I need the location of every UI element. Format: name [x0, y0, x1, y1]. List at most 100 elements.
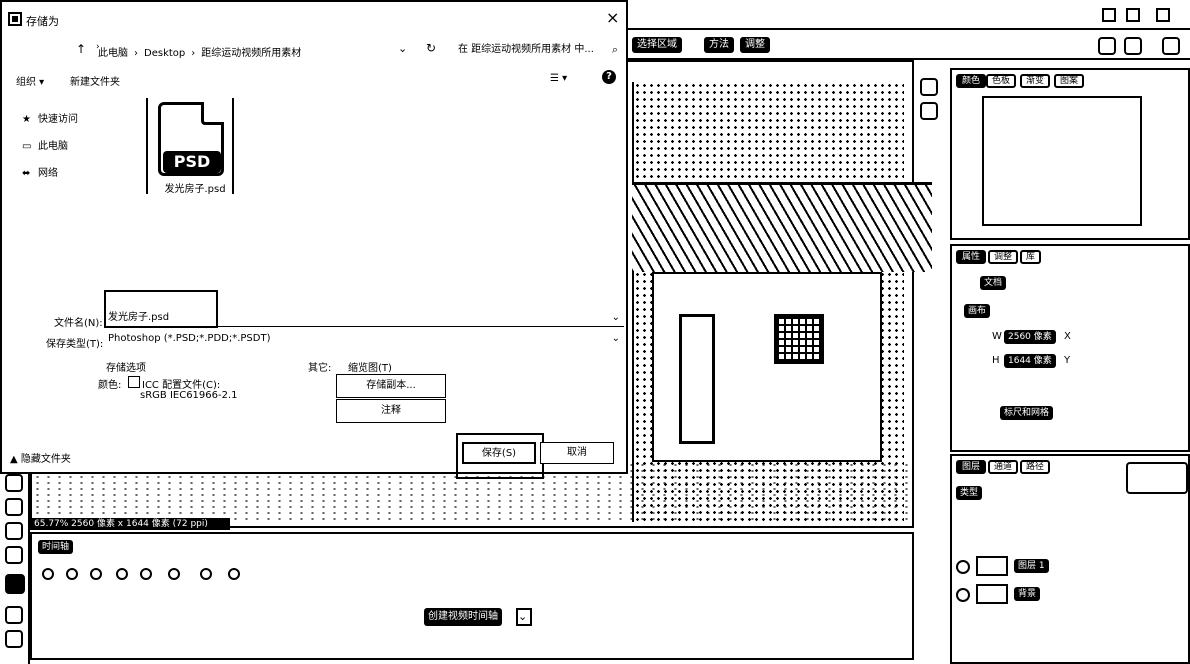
first-frame-icon[interactable] [42, 568, 54, 580]
tab-swatches[interactable]: 色板 [986, 74, 1017, 88]
view-options-icon[interactable]: ☰ ▾ [550, 73, 567, 84]
width-label: W [992, 331, 1002, 342]
help-icon[interactable]: ? [602, 70, 616, 84]
file-item[interactable]: PSD 发光房子.psd [154, 98, 234, 195]
transition-icon[interactable] [200, 568, 212, 580]
close-icon[interactable] [1156, 8, 1170, 22]
layer-name[interactable]: 背景 [1014, 587, 1041, 601]
timeline-tab[interactable]: 时间轴 [38, 540, 74, 554]
refresh-icon[interactable]: ↻ [426, 41, 436, 55]
canvas-roof [632, 182, 932, 272]
save-button[interactable]: 保存(S) [462, 442, 536, 464]
network-icon: ⬌ [22, 168, 31, 179]
chevron-right-icon: › [134, 48, 138, 59]
tab-layers[interactable]: 图层 [956, 460, 987, 474]
tab-properties[interactable]: 属性 [956, 250, 987, 264]
zoom-tool-icon[interactable] [5, 522, 23, 540]
chevron-down-icon[interactable]: ⌄ [612, 330, 620, 348]
crumb-this-pc[interactable]: 此电脑 [98, 48, 128, 59]
screen-mode-icon[interactable] [5, 630, 23, 648]
option-adjust[interactable]: 调整 [740, 37, 770, 53]
icc-profile-checkbox[interactable] [128, 376, 140, 388]
search-input[interactable]: 在 距综运动视频所用素材 中... ⌕ [454, 40, 622, 60]
comment-icon[interactable] [920, 102, 938, 120]
layer-name[interactable]: 图层 1 [1014, 559, 1049, 573]
filetype-select[interactable]: Photoshop (*.PSD;*.PDD;*.PSDT) ⌄ [106, 330, 624, 348]
psd-badge: PSD [163, 151, 221, 173]
maximize-icon[interactable] [1126, 8, 1140, 22]
workspace-icon[interactable] [1124, 37, 1142, 55]
cancel-button[interactable]: 取消 [540, 442, 614, 464]
tab-paths[interactable]: 路径 [1020, 460, 1051, 474]
dialog-title: 存储为 [26, 15, 59, 28]
option-method[interactable]: 方法 [704, 37, 734, 53]
color-preview[interactable] [982, 96, 1142, 226]
history-icon[interactable] [920, 78, 938, 96]
canvas-house [652, 272, 882, 462]
tab-patterns[interactable]: 图案 [1054, 74, 1085, 88]
blur-tool-icon[interactable] [5, 498, 23, 516]
eye-icon[interactable] [956, 588, 970, 602]
option-select-area[interactable]: 选择区域 [632, 37, 682, 53]
notes-button[interactable]: 注释 [336, 399, 446, 423]
thumbnail-option[interactable]: 缩览图(T) [348, 359, 392, 374]
tab-gradients[interactable]: 渐变 [1020, 74, 1051, 88]
audio-icon[interactable] [140, 568, 152, 580]
crumb-desktop[interactable]: Desktop [144, 48, 185, 59]
more-tools-icon[interactable] [5, 546, 23, 564]
layer-thumbnail[interactable] [976, 556, 1008, 576]
next-frame-icon[interactable] [116, 568, 128, 580]
minimize-icon[interactable] [1102, 8, 1116, 22]
search-icon[interactable] [1098, 37, 1116, 55]
filetype-label: 保存类型(T): [46, 339, 104, 350]
tools-panel [0, 470, 30, 664]
sidebar-item-label: 此电脑 [38, 141, 68, 152]
tab-color[interactable]: 颜色 [956, 74, 987, 88]
sidebar-item-network[interactable]: ⬌ 网络 [22, 164, 58, 179]
eraser-tool-icon[interactable] [5, 474, 23, 492]
prev-frame-icon[interactable] [66, 568, 78, 580]
ps-options-bar: 选择区域 方法 调整 [628, 30, 1190, 60]
save-copy-button[interactable]: 存储副本... [336, 374, 446, 398]
chevron-down-icon[interactable]: ⌄ [612, 309, 620, 327]
tab-channels[interactable]: 通道 [988, 460, 1019, 474]
tab-libraries[interactable]: 库 [1020, 250, 1042, 264]
width-value[interactable]: 2560 像素 [1004, 330, 1056, 344]
new-folder-button[interactable]: 新建文件夹 [70, 73, 120, 88]
filetype-value: Photoshop (*.PSD;*.PDD;*.PSDT) [108, 333, 271, 344]
search-icon: ⌕ [611, 43, 618, 56]
eye-icon[interactable] [956, 560, 970, 574]
create-timeline-dropdown[interactable]: ⌄ [516, 608, 532, 626]
close-icon[interactable]: × [606, 10, 619, 26]
navigation-pane: ★ 快速访问 ▭ 此电脑 ⬌ 网络 [2, 98, 146, 298]
hide-folders-toggle[interactable]: ▲ 隐藏文件夹 [10, 450, 71, 465]
layer-thumbnail[interactable] [976, 584, 1008, 604]
share-icon[interactable] [1162, 37, 1180, 55]
ps-titlebar [628, 0, 1190, 30]
command-bar: 组织 ▾ 新建文件夹 ☰ ▾ ? [2, 64, 626, 94]
up-arrow-icon[interactable]: ↑ [76, 42, 86, 56]
foreground-color-icon[interactable] [5, 574, 25, 594]
sidebar-item-quick-access[interactable]: ★ 快速访问 [22, 110, 78, 125]
sidebar-item-this-pc[interactable]: ▭ 此电脑 [22, 137, 68, 152]
save-options-title: 存储选项 [106, 363, 146, 374]
create-video-timeline-button[interactable]: 创建视频时间轴 [424, 608, 502, 626]
pane-divider[interactable] [146, 98, 148, 194]
height-label: H [992, 355, 1000, 366]
play-icon[interactable] [90, 568, 102, 580]
star-icon: ★ [22, 114, 31, 125]
search-placeholder: 在 距综运动视频所用素材 中... [458, 44, 594, 55]
layer-kind-filter[interactable]: 类型 [956, 486, 983, 500]
tab-adjustments[interactable]: 调整 [988, 250, 1019, 264]
x-label: X [1064, 331, 1071, 342]
chevron-down-icon[interactable]: ⌄ [398, 42, 407, 55]
dialog-titlebar: 存储为 × [2, 2, 626, 36]
crumb-folder[interactable]: 距综运动视频所用素材 [201, 48, 301, 59]
psd-file-icon: PSD [158, 102, 224, 176]
height-value[interactable]: 1644 像素 [1004, 354, 1056, 368]
organize-menu[interactable]: 组织 ▾ [16, 73, 44, 88]
quick-mask-icon[interactable] [5, 606, 23, 624]
settings-icon[interactable] [168, 568, 180, 580]
computer-icon: ▭ [22, 141, 32, 152]
split-icon[interactable] [228, 568, 240, 580]
